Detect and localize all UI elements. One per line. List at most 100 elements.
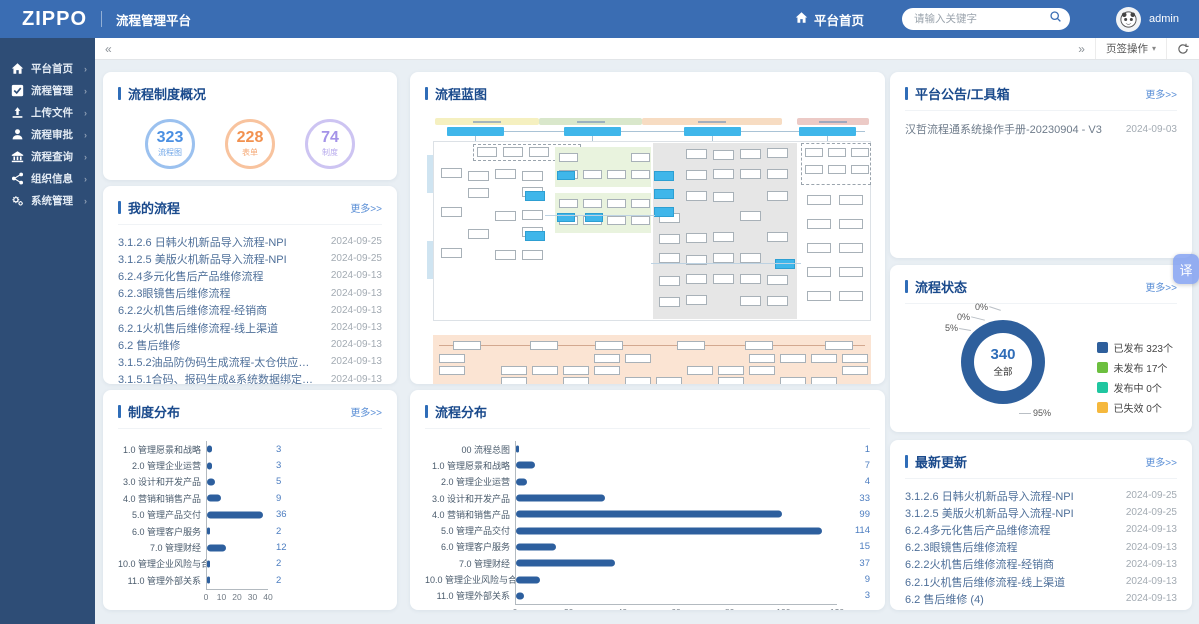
header-search[interactable] — [902, 8, 1070, 30]
announcement-date: 2024-09-03 — [1117, 124, 1177, 135]
blueprint-shape — [529, 147, 549, 157]
list-item[interactable]: 3.1.5.1合码、报码生成&系统数据绑定流程... 2024-09-13 — [118, 371, 382, 385]
sidebar-item-process-query[interactable]: 流程查询 › — [0, 146, 95, 167]
sidebar-item-system-mgmt[interactable]: 系统管理 › — [0, 190, 95, 211]
list-item[interactable]: 6.2 售后维修 2024-09-13 — [118, 336, 382, 353]
legend-row: 已发布 323个 — [1097, 340, 1173, 355]
process-name: 3.1.2.5 美版火机新品导入流程-NPI — [905, 505, 1117, 521]
sidebar-item-upload-file[interactable]: 上传文件 › — [0, 102, 95, 123]
process-status-card: 流程状态 更多>> 340 全部 0% 0% 5% 95% — [890, 265, 1192, 432]
chevron-right-icon: › — [84, 108, 87, 118]
list-item[interactable]: 3.1.5.2油品防伪码生成流程-太仓供应中心采购 2024-09-13 — [905, 607, 1177, 610]
collapse-sidebar-icon[interactable]: « — [95, 39, 122, 59]
more-link[interactable]: 更多>> — [350, 200, 382, 215]
list-item[interactable]: 6.2.4多元化售后产品维修流程 2024-09-13 — [118, 267, 382, 284]
stat-circle[interactable]: 323 流程图 — [145, 119, 195, 169]
home-icon — [11, 62, 24, 75]
list-item[interactable]: 3.1.2.5 美版火机新品导入流程-NPI 2024-09-25 — [118, 250, 382, 267]
list-item[interactable]: 6.2.1火机售后维修流程-线上渠道 2024-09-13 — [905, 573, 1177, 590]
overview-stats: 323 流程图 228 表单 74 制度 — [118, 119, 382, 169]
list-item[interactable]: 3.1.5.2油品防伪码生成流程-太仓供应中心采购 2024-09-13 — [118, 353, 382, 370]
title-accent — [118, 201, 121, 214]
more-link[interactable]: 更多>> — [1145, 86, 1177, 101]
list-item[interactable]: 3.1.2.5 美版火机新品导入流程-NPI 2024-09-25 — [905, 504, 1177, 521]
search-icon[interactable] — [1049, 10, 1062, 28]
expand-tabs-icon[interactable]: » — [1068, 39, 1095, 59]
list-item[interactable]: 汉哲流程通系统操作手册-20230904 - V3 2024-09-03 — [905, 119, 1177, 139]
legend-row: 已失效 0个 — [1097, 400, 1173, 415]
card-title: 我的流程 — [128, 198, 180, 217]
translate-badge[interactable]: 译 — [1173, 254, 1199, 284]
divider — [905, 478, 1177, 479]
sidebar-item-process-mgmt[interactable]: 流程管理 › — [0, 80, 95, 101]
blueprint-shape — [659, 276, 680, 286]
list-item[interactable]: 6.2.3眼镜售后维修流程 2024-09-13 — [118, 285, 382, 302]
sidebar-item-label: 流程管理 — [31, 83, 73, 98]
sidebar-item-org-info[interactable]: 组织信息 › — [0, 168, 95, 189]
blueprint-shape — [687, 366, 713, 375]
list-item[interactable]: 6.2.2火机售后维修流程-经销商 2024-09-13 — [118, 302, 382, 319]
refresh-icon[interactable] — [1167, 43, 1199, 55]
chart-row: 10.0 管理企业风险与合规9 — [425, 571, 870, 587]
nav-home[interactable]: 平台首页 — [795, 10, 864, 29]
search-input[interactable] — [914, 13, 1049, 25]
blueprint-shape — [659, 297, 680, 307]
blueprint-shape — [631, 170, 650, 179]
process-name: 6.2.2火机售后维修流程-经销商 — [905, 556, 1117, 572]
more-link[interactable]: 更多>> — [1145, 454, 1177, 469]
header-right: 平台首页 admin — [795, 7, 1199, 32]
blueprint-shape — [495, 211, 516, 221]
blueprint-shape — [532, 366, 558, 375]
more-link[interactable]: 更多>> — [350, 404, 382, 419]
zippo-logo: ZIPPO — [22, 8, 87, 31]
blueprint-shape — [559, 153, 578, 162]
username[interactable]: admin — [1149, 13, 1179, 25]
regulation-distribution-chart: 1.0 管理愿景和战略32.0 管理企业运营33.0 设计和开发产品54.0 营… — [118, 441, 382, 603]
blueprint-shape — [686, 274, 707, 284]
list-item[interactable]: 6.2.1火机售后维修流程-线上渠道 2024-09-13 — [118, 319, 382, 336]
avatar[interactable] — [1116, 7, 1141, 32]
blueprint-shape — [583, 170, 602, 179]
pct-callout: 5% — [945, 323, 958, 333]
card-title: 流程状态 — [915, 277, 967, 296]
list-item[interactable]: 3.1.2.6 日韩火机新品导入流程-NPI 2024-09-25 — [905, 487, 1177, 504]
more-link[interactable]: 更多>> — [1145, 279, 1177, 294]
blueprint-shape — [745, 341, 773, 350]
nav-home-label: 平台首页 — [814, 10, 864, 29]
blueprint-shape — [807, 195, 831, 205]
list-item[interactable]: 6.2.3眼镜售后维修流程 2024-09-13 — [905, 539, 1177, 556]
blueprint-shape — [468, 229, 489, 239]
connector-line — [545, 215, 655, 216]
legend-label: 发布中 0个 — [1114, 380, 1162, 395]
blueprint-shape — [477, 147, 497, 157]
user-icon — [11, 128, 24, 141]
blueprint-shape — [607, 216, 626, 225]
chart-row: 7.0 管理财经12 — [118, 539, 382, 555]
stat-circle[interactable]: 228 表单 — [225, 119, 275, 169]
list-item[interactable]: 6.2.2火机售后维修流程-经销商 2024-09-13 — [905, 556, 1177, 573]
leader-line — [989, 306, 1001, 311]
legend-row: 发布中 0个 — [1097, 380, 1173, 395]
chevron-right-icon: › — [84, 64, 87, 74]
legend-swatch — [1097, 402, 1108, 413]
sidebar-item-platform-home[interactable]: 平台首页 › — [0, 58, 95, 79]
process-name: 6.2.1火机售后维修流程-线上渠道 — [118, 320, 322, 336]
list-item[interactable]: 6.2.4多元化售后产品维修流程 2024-09-13 — [905, 521, 1177, 538]
status-donut-chart[interactable]: 340 全部 — [961, 320, 1045, 404]
blueprint-shape — [749, 354, 775, 363]
upload-icon — [11, 106, 24, 119]
stat-circle[interactable]: 74 制度 — [305, 119, 355, 169]
tab-operations-dropdown[interactable]: 页签操作 ▾ — [1096, 41, 1166, 56]
pct-callout: 95% — [1033, 408, 1051, 418]
list-item[interactable]: 3.1.2.6 日韩火机新品导入流程-NPI 2024-09-25 — [118, 233, 382, 250]
blueprint-shape — [839, 291, 863, 301]
process-date: 2024-09-13 — [322, 322, 382, 333]
card-title: 平台公告/工具箱 — [915, 84, 1010, 103]
blueprint-canvas[interactable] — [425, 113, 874, 384]
sidebar-item-process-approval[interactable]: 流程审批 › — [0, 124, 95, 145]
list-item[interactable]: 6.2 售后维修 (4) 2024-09-13 — [905, 590, 1177, 607]
blueprint-shape — [807, 267, 831, 277]
blueprint-shape — [525, 191, 545, 201]
blueprint-shape — [851, 165, 869, 174]
chevron-right-icon: › — [84, 86, 87, 96]
